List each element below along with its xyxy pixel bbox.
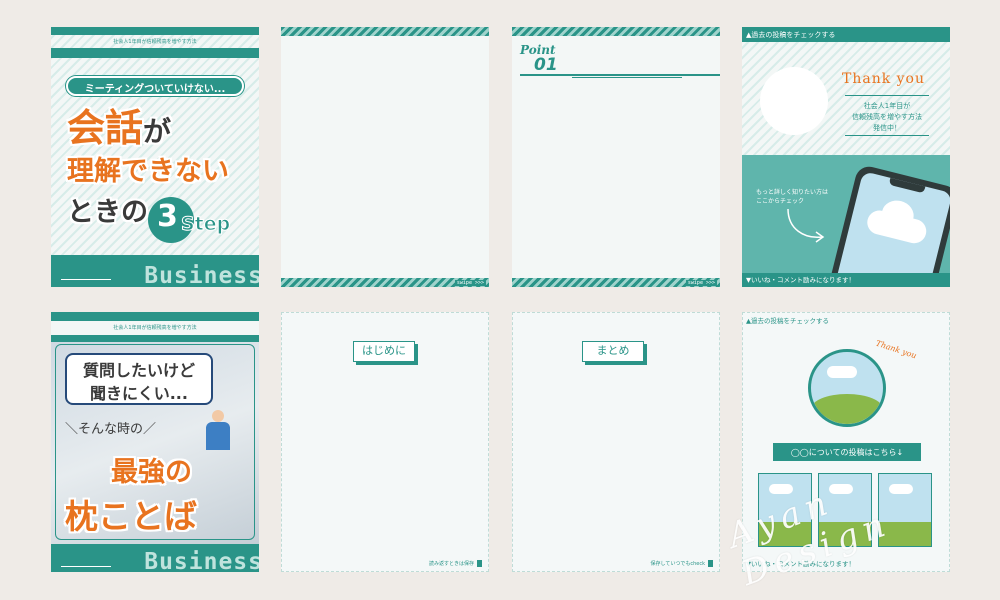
top-teal-bar <box>51 27 259 35</box>
template-card-intro[interactable]: はじめに 読み返すときは保存 <box>281 312 489 572</box>
template-card-cover-conversation[interactable]: 社会人1年目が信頼残高を増やす方法 ミーティングついていけない... 会話が 理… <box>51 27 259 287</box>
landscape-circle <box>808 349 886 427</box>
cover-header-text: 社会人1年目が信頼残高を増やす方法 <box>113 39 197 45</box>
big-line2: 枕ことば <box>65 497 197 536</box>
title-line1: 会話が <box>67 97 171 152</box>
template-card-summary[interactable]: まとめ 保存していつでもcheck <box>512 312 720 572</box>
more-text-1: もっと詳しく知りたい方は <box>756 189 829 196</box>
header-text[interactable]: ▲過去の投稿をチェックする <box>746 30 835 40</box>
top-teal-bar <box>51 312 259 321</box>
intro-label: はじめに <box>353 341 415 362</box>
business-word: Business <box>144 549 259 572</box>
sub-text: ＼そんな時の／ <box>65 422 157 437</box>
line1: 社会人1年目が <box>863 102 911 110</box>
template-card-blank-1[interactable]: swipe >>> <box>281 27 489 287</box>
header-text[interactable]: ▲過去の投稿をチェックする <box>746 315 829 325</box>
swipe-text: swipe >>> <box>454 280 486 286</box>
template-card-thank-you[interactable]: ▲過去の投稿をチェックする Thank you 社会人1年目が 信頼残高を増やす… <box>742 27 950 287</box>
point-underline <box>520 74 720 76</box>
bookmark-icon <box>708 560 713 567</box>
thanks-rule-bottom <box>845 135 929 136</box>
title-line3: ときの <box>67 197 148 228</box>
thanks-rule-top <box>845 95 929 96</box>
arrow-icon <box>787 208 825 243</box>
thanks-text: Thank you <box>842 71 926 87</box>
title-kaiwa: 会話 <box>67 106 144 150</box>
cover-header-text: 社会人1年目が信頼残高を増やす方法 <box>113 325 197 331</box>
cloud-icon <box>769 484 793 494</box>
bottom-line <box>61 279 111 280</box>
cloud-icon <box>827 366 857 378</box>
profile-circle <box>760 67 828 135</box>
point-underline-thin <box>572 77 682 78</box>
save-text: 読み返すときは保存 <box>428 561 474 567</box>
big-line1: 最強の <box>111 457 192 488</box>
step-word: Step <box>180 213 231 236</box>
template-card-cover-makura[interactable]: 社会人1年目が信頼残高を増やす方法 質問したいけど 聞きにくい... ＼そんな時… <box>51 312 259 572</box>
line2: 信頼残高を増やす方法 <box>852 113 922 121</box>
step-number: 3 <box>157 199 178 234</box>
summary-label: まとめ <box>582 341 644 362</box>
title-ga: が <box>143 115 172 148</box>
bubble-line1: 質問したいけど <box>82 361 195 380</box>
subtitle-text: ミーティングついていけない... <box>84 84 226 95</box>
top-hatch <box>281 27 489 36</box>
thanks-text: Thank you <box>874 338 918 361</box>
point-number: 01 <box>534 55 558 75</box>
second-teal-bar <box>51 48 259 58</box>
bookmark-icon <box>477 560 482 567</box>
footer-text: ▼いいね・コメント励みになります！ <box>746 276 855 284</box>
bubble-line2: 聞きにくい... <box>90 384 188 403</box>
more-text-2: ここからチェック <box>756 198 805 205</box>
bottom-line <box>61 566 111 567</box>
swipe-text: swipe >>> <box>685 280 717 286</box>
template-card-point[interactable]: Point 01 swipe >>> <box>512 27 720 287</box>
line3: 発信中！ <box>873 124 901 132</box>
title-line2: 理解できない <box>67 156 229 187</box>
top-hatch <box>512 27 720 36</box>
save-text: 保存していつでもcheck <box>650 561 706 567</box>
second-teal-bar <box>51 335 259 342</box>
business-word: Business <box>144 263 259 287</box>
businessman-icon <box>201 410 235 452</box>
